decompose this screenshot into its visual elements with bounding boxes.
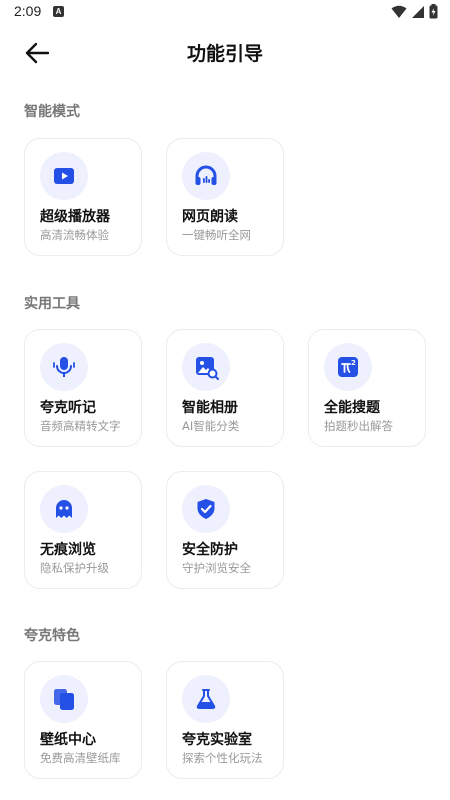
page-title: 功能引导 [186, 43, 263, 65]
card-title: 网页朗读 [182, 209, 238, 225]
wallpaper-icon [54, 689, 74, 710]
battery-icon [429, 4, 438, 19]
feature-card-super-player[interactable]: 超级播放器 高清流畅体验 [24, 138, 142, 256]
card-title: 夸克听记 [40, 400, 96, 416]
icon-circle [182, 343, 230, 391]
feature-card-problem-search[interactable]: 2 全能搜题 拍题秒出解答 [308, 329, 426, 447]
feature-card-smart-album[interactable]: 智能相册 AI智能分类 [166, 329, 284, 447]
shield-icon [197, 499, 215, 519]
icon-circle: 2 [324, 343, 372, 391]
wifi-icon [391, 5, 407, 18]
microphone-icon [53, 357, 75, 377]
card-subtitle: 隐私保护升级 [40, 561, 109, 575]
card-title: 夸克实验室 [182, 732, 252, 748]
icon-circle [40, 152, 88, 200]
feature-card-web-reader[interactable]: 网页朗读 一键畅听全网 [166, 138, 284, 256]
card-subtitle: 探索个性化玩法 [182, 751, 263, 765]
card-title: 全能搜题 [324, 400, 380, 416]
icon-circle [40, 485, 88, 533]
card-subtitle: 守护浏览安全 [182, 561, 251, 575]
formula-icon: 2 [338, 357, 358, 377]
headphones-icon [195, 165, 217, 185]
icon-circle [182, 152, 230, 200]
card-title: 壁纸中心 [40, 732, 96, 748]
icon-circle [40, 675, 88, 723]
top-bar: 功能引导 [0, 26, 450, 80]
card-subtitle: 免费高清壁纸库 [40, 751, 121, 765]
signal-icon [412, 5, 424, 18]
card-title: 智能相册 [182, 400, 238, 416]
ghost-icon [56, 500, 72, 518]
feature-card-voice-notes[interactable]: 夸克听记 音频高精转文字 [24, 329, 142, 447]
icon-circle [182, 485, 230, 533]
card-subtitle: AI智能分类 [182, 419, 240, 433]
feature-card-incognito[interactable]: 无痕浏览 隐私保护升级 [24, 471, 142, 589]
icon-circle [40, 343, 88, 391]
card-subtitle: 高清流畅体验 [40, 228, 109, 242]
section-title-tools: 实用工具 [24, 296, 80, 312]
status-bar: 2:09 A [0, 0, 450, 26]
card-subtitle: 拍题秒出解答 [324, 419, 393, 433]
card-subtitle: 一键畅听全网 [182, 228, 251, 242]
svg-text:2: 2 [351, 359, 356, 367]
feature-card-lab[interactable]: 夸克实验室 探索个性化玩法 [166, 661, 284, 779]
feature-card-wallpaper[interactable]: 壁纸中心 免费高清壁纸库 [24, 661, 142, 779]
icon-circle [182, 675, 230, 723]
feature-card-security[interactable]: 安全防护 守护浏览安全 [166, 471, 284, 589]
section-title-smart-mode: 智能模式 [24, 104, 80, 120]
flask-icon [196, 689, 216, 709]
card-title: 无痕浏览 [40, 542, 96, 558]
photo-search-icon [196, 357, 219, 380]
card-subtitle: 音频高精转文字 [40, 419, 121, 433]
notification-badge: A [53, 6, 64, 17]
status-icons [391, 4, 438, 19]
card-title: 超级播放器 [40, 209, 110, 225]
play-icon [54, 168, 74, 184]
card-title: 安全防护 [182, 542, 238, 558]
status-time: 2:09 [14, 3, 42, 19]
section-title-features: 夸克特色 [24, 628, 80, 644]
